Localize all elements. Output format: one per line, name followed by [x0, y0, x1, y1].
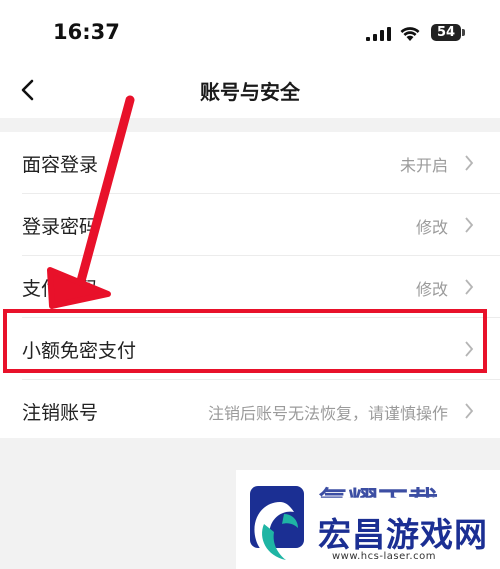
chevron-right-icon	[465, 155, 474, 171]
watermark-name: 宏昌游戏网	[318, 515, 488, 554]
row-delete-account[interactable]: 注销账号 注销后账号无法恢复，请谨慎操作	[0, 380, 500, 441]
watermark-logo-icon	[250, 486, 304, 560]
row-value: 修改	[415, 218, 448, 237]
row-label: 支付密码	[22, 278, 99, 300]
battery-cap	[462, 29, 465, 36]
chevron-right-icon	[465, 403, 474, 419]
status-bar: 16:37 54	[0, 0, 500, 66]
wifi-icon	[400, 27, 420, 41]
row-label: 登录密码	[22, 216, 99, 238]
nav-bar: 账号与安全	[0, 66, 500, 118]
row-label: 面容登录	[22, 154, 99, 176]
status-time: 16:37	[53, 20, 120, 44]
settings-list: 面容登录 未开启 登录密码 修改 支付密码 修改 小额免密支付 注销账号 注销后…	[0, 132, 500, 438]
row-payment-password[interactable]: 支付密码 修改	[0, 256, 500, 317]
chevron-right-icon	[465, 279, 474, 295]
watermark-url: www.hcs-laser.com	[332, 551, 436, 562]
row-value: 未开启	[399, 156, 448, 175]
row-value: 修改	[415, 280, 448, 299]
row-value: 注销后账号无法恢复，请谨慎操作	[207, 404, 448, 423]
chevron-right-icon	[465, 217, 474, 233]
highlight-box	[3, 309, 487, 373]
row-login-password[interactable]: 登录密码 修改	[0, 194, 500, 255]
cellular-signal-icon	[366, 27, 391, 41]
row-face-login[interactable]: 面容登录 未开启	[0, 132, 500, 193]
battery-icon: 54	[431, 24, 461, 41]
page-title: 账号与安全	[200, 80, 300, 104]
row-label: 注销账号	[22, 402, 99, 424]
